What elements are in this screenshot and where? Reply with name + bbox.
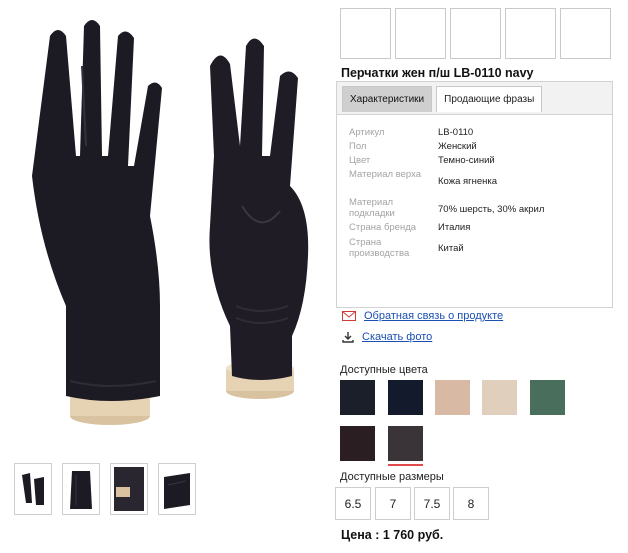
size-option[interactable]: 7 xyxy=(375,487,411,520)
tab-selling-phrases[interactable]: Продающие фразы xyxy=(436,86,543,112)
selected-color-indicator xyxy=(388,464,423,466)
product-title: Перчатки жен п/ш LB-0110 navy xyxy=(341,66,534,80)
gloves-illustration xyxy=(32,20,309,425)
size-option[interactable]: 8 xyxy=(453,487,489,520)
spec-value: LB-0110 xyxy=(438,127,474,138)
gallery-box-5[interactable] xyxy=(560,8,611,59)
spec-label: Цвет xyxy=(349,155,371,166)
thumbnail-3[interactable] xyxy=(110,463,148,515)
spec-label: Артикул xyxy=(349,127,385,138)
color-swatch-5[interactable] xyxy=(530,380,565,415)
feedback-link-row[interactable]: Обратная связь о продукте xyxy=(342,310,503,322)
spec-label: Страна бренда xyxy=(349,222,417,233)
gallery-box-3[interactable] xyxy=(450,8,501,59)
spec-label: Материал верха xyxy=(349,169,422,180)
thumbnail-strip xyxy=(14,463,196,515)
specs-panel: Артикул LB-0110 Пол Женский Цвет Темно-с… xyxy=(336,114,613,308)
spec-label: Страна производства xyxy=(349,237,410,259)
spec-label: Пол xyxy=(349,141,367,152)
download-icon xyxy=(342,332,354,343)
tabs-bar: Характеристики Продающие фразы xyxy=(336,81,613,115)
color-swatch-3[interactable] xyxy=(435,380,470,415)
gallery-box-2[interactable] xyxy=(395,8,446,59)
spec-value: Китай xyxy=(438,243,464,254)
gallery-boxes xyxy=(340,8,611,59)
price: Цена : 1 760 руб. xyxy=(341,528,444,542)
color-swatch-7[interactable] xyxy=(388,426,423,461)
spec-value: Женский xyxy=(438,141,477,152)
feedback-link[interactable]: Обратная связь о продукте xyxy=(364,310,503,322)
gallery-box-1[interactable] xyxy=(340,8,391,59)
envelope-icon xyxy=(342,311,356,321)
main-product-image[interactable] xyxy=(10,6,332,444)
spec-label: Материал подкладки xyxy=(349,197,395,219)
spec-value: Италия xyxy=(438,222,471,233)
spec-value: Кожа ягненка xyxy=(438,176,498,187)
color-swatch-6[interactable] xyxy=(340,426,375,461)
color-swatch-1[interactable] xyxy=(340,380,375,415)
spec-value: Темно-синий xyxy=(438,155,495,166)
thumbnail-2[interactable] xyxy=(62,463,100,515)
sizes-label: Доступные размеры xyxy=(340,471,444,483)
spec-value: 70% шерсть, 30% акрил xyxy=(438,204,545,215)
tab-characteristics[interactable]: Характеристики xyxy=(342,86,433,112)
thumbnail-4[interactable] xyxy=(158,463,196,515)
color-swatch-2[interactable] xyxy=(388,380,423,415)
size-option[interactable]: 7.5 xyxy=(414,487,450,520)
download-photo-link[interactable]: Скачать фото xyxy=(362,331,432,343)
gallery-box-4[interactable] xyxy=(505,8,556,59)
colors-label: Доступные цвета xyxy=(340,364,428,376)
color-swatch-4[interactable] xyxy=(482,380,517,415)
thumbnail-1[interactable] xyxy=(14,463,52,515)
size-option[interactable]: 6.5 xyxy=(335,487,371,520)
download-link-row[interactable]: Скачать фото xyxy=(342,331,432,343)
